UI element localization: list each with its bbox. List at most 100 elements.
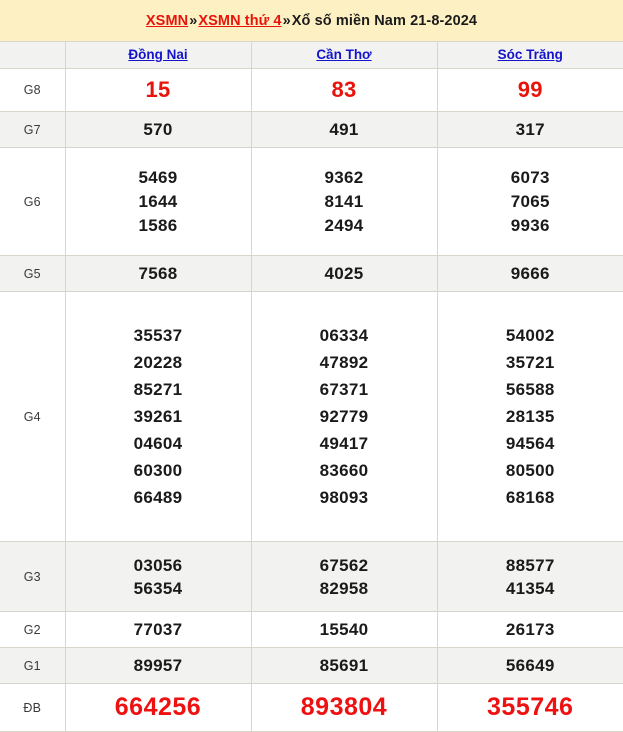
- prize-number: 15: [66, 79, 251, 101]
- page-banner: XSMN»XSMN thứ 4»Xổ số miền Nam 21-8-2024: [0, 0, 623, 41]
- prize-label-g1: G1: [0, 648, 65, 684]
- prize-numbers-g2-col0: 77037: [65, 612, 251, 648]
- prize-row-g2: G2770371554026173: [0, 612, 623, 648]
- prize-numbers-g8-col1: 83: [251, 69, 437, 112]
- prize-number: 9362: [252, 169, 437, 186]
- prize-number: 35721: [438, 354, 623, 371]
- prize-number: 35537: [66, 327, 251, 344]
- prize-number: 1644: [66, 193, 251, 210]
- page-title: Xổ số miền Nam 21-8-2024: [292, 13, 477, 29]
- prize-number: 03056: [66, 557, 251, 574]
- prize-number: 8141: [252, 193, 437, 210]
- prize-numbers-g1-col1: 85691: [251, 648, 437, 684]
- prize-number: 60300: [66, 462, 251, 479]
- prize-numbers-g5-col2: 9666: [437, 256, 623, 292]
- prize-number: 98093: [252, 489, 437, 506]
- table-header-row: Đồng Nai Cần Thơ Sóc Trăng: [0, 42, 623, 69]
- header-corner-cell: [0, 42, 65, 69]
- prize-number: 6073: [438, 169, 623, 186]
- table-body: G8158399G7570491317G65469164415869362814…: [0, 69, 623, 732]
- breadcrumb: XSMN»XSMN thứ 4»Xổ số miền Nam 21-8-2024: [146, 13, 477, 29]
- header-province-1[interactable]: Cần Thơ: [251, 42, 437, 69]
- prize-number: 26173: [438, 621, 623, 638]
- prize-number: 355746: [438, 695, 623, 720]
- prize-number: 66489: [66, 489, 251, 506]
- prize-numbers-g6-col1: 936281412494: [251, 148, 437, 256]
- prize-number: 491: [252, 121, 437, 138]
- prize-numbers-g1-col2: 56649: [437, 648, 623, 684]
- prize-number: 893804: [252, 695, 437, 720]
- prize-number: 67562: [252, 557, 437, 574]
- prize-number: 39261: [66, 408, 251, 425]
- prize-number: 7065: [438, 193, 623, 210]
- prize-numbers-g8-col0: 15: [65, 69, 251, 112]
- prize-numbers-g5-col0: 7568: [65, 256, 251, 292]
- prize-number: 67371: [252, 381, 437, 398]
- prize-number: 9666: [438, 265, 623, 282]
- prize-number: 7568: [66, 265, 251, 282]
- prize-number: 15540: [252, 621, 437, 638]
- prize-label-g2: G2: [0, 612, 65, 648]
- breadcrumb-separator-1: »: [188, 13, 198, 29]
- prize-numbers-g2-col2: 26173: [437, 612, 623, 648]
- prize-label-g6: G6: [0, 148, 65, 256]
- prize-numbers-g3-col2: 88577 41354: [437, 542, 623, 612]
- prize-numbers-g3-col1: 67562 82958: [251, 542, 437, 612]
- prize-number: 89957: [66, 657, 251, 674]
- header-province-2[interactable]: Sóc Trăng: [437, 42, 623, 69]
- prize-number: 99: [438, 79, 623, 101]
- prize-number: 317: [438, 121, 623, 138]
- prize-numbers-g2-col1: 15540: [251, 612, 437, 648]
- header-province-0[interactable]: Đồng Nai: [65, 42, 251, 69]
- prize-numbers-g5-col1: 4025: [251, 256, 437, 292]
- breadcrumb-link-xsmn-thu-4[interactable]: XSMN thứ 4: [198, 13, 281, 29]
- prize-label-g8: G8: [0, 69, 65, 112]
- prize-number: 88577: [438, 557, 623, 574]
- prize-numbers-g4-col0: 35537202288527139261046046030066489: [65, 292, 251, 542]
- prize-number: 06334: [252, 327, 437, 344]
- prize-number: 54002: [438, 327, 623, 344]
- prize-row-g8: G8158399: [0, 69, 623, 112]
- prize-number: 85691: [252, 657, 437, 674]
- prize-numbers-g6-col0: 546916441586: [65, 148, 251, 256]
- prize-number: 41354: [438, 580, 623, 597]
- breadcrumb-link-xsmn[interactable]: XSMN: [146, 13, 188, 29]
- prize-numbers-g7-col0: 570: [65, 112, 251, 148]
- prize-number: 4025: [252, 265, 437, 282]
- prize-numbers-g6-col2: 6073 7065 9936: [437, 148, 623, 256]
- prize-label-g4: G4: [0, 292, 65, 542]
- prize-row-g3: G3030565635467562829588857741354: [0, 542, 623, 612]
- prize-label-g3: G3: [0, 542, 65, 612]
- breadcrumb-separator-2: »: [282, 13, 292, 29]
- province-link-1[interactable]: Cần Thơ: [316, 47, 371, 62]
- prize-number: 9936: [438, 217, 623, 234]
- prize-row-g1: G1899578569156649: [0, 648, 623, 684]
- prize-number: 47892: [252, 354, 437, 371]
- prize-row-g4: G435537202288527139261046046030066489063…: [0, 292, 623, 542]
- prize-number: 28135: [438, 408, 623, 425]
- prize-numbers-g4-col2: 54002 35721 56588 28135 94564 80500 68168: [437, 292, 623, 542]
- prize-number: 83: [252, 79, 437, 101]
- prize-row-g6: G6546916441586936281412494607370659936: [0, 148, 623, 256]
- prize-number: 49417: [252, 435, 437, 452]
- prize-number: 56588: [438, 381, 623, 398]
- prize-number: 77037: [66, 621, 251, 638]
- prize-number: 92779: [252, 408, 437, 425]
- prize-number: 570: [66, 121, 251, 138]
- province-link-2[interactable]: Sóc Trăng: [498, 47, 563, 62]
- prize-number: 68168: [438, 489, 623, 506]
- prize-number: 20228: [66, 354, 251, 371]
- prize-row-g5: G5756840259666: [0, 256, 623, 292]
- prize-number: 82958: [252, 580, 437, 597]
- prize-numbers-g8-col2: 99: [437, 69, 623, 112]
- prize-numbers-g4-col1: 06334 47892 67371 92779 49417 83660 98093: [251, 292, 437, 542]
- prize-number: 56649: [438, 657, 623, 674]
- prize-numbers-g7-col2: 317: [437, 112, 623, 148]
- prize-number: 1586: [66, 217, 251, 234]
- prize-number: 94564: [438, 435, 623, 452]
- prize-number: 83660: [252, 462, 437, 479]
- prize-row-g7: G7570491317: [0, 112, 623, 148]
- prize-label-g7: G7: [0, 112, 65, 148]
- prize-number: 80500: [438, 462, 623, 479]
- province-link-0[interactable]: Đồng Nai: [128, 47, 187, 62]
